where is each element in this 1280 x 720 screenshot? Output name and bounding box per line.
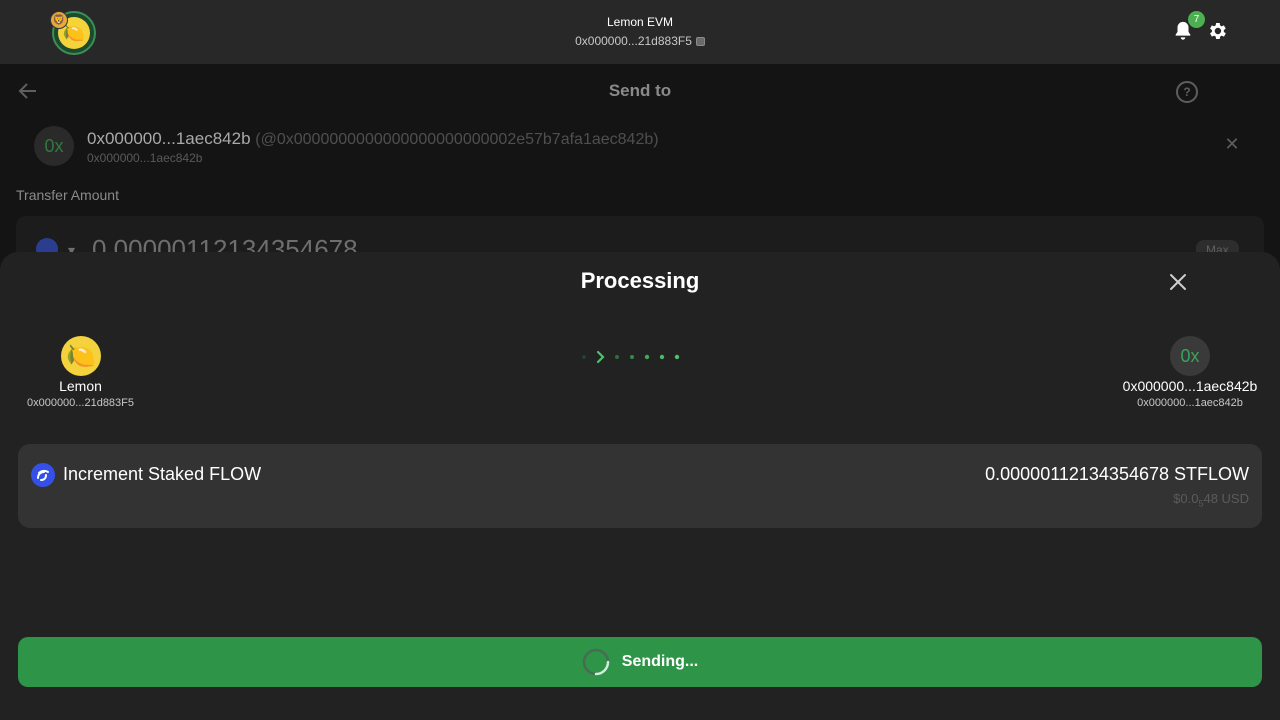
lemon-icon: 🍋 (61, 336, 101, 376)
recipient-address: 0x000000...1aec842b (1137, 397, 1243, 409)
clear-recipient-icon[interactable]: ✕ (1224, 135, 1240, 153)
close-icon[interactable] (1167, 271, 1189, 293)
spinner-icon (582, 648, 610, 676)
processing-sheet: Processing 🍋 Lemon 0x000000...21d883F5 0… (0, 252, 1280, 720)
sender-name: Lemon (59, 378, 102, 394)
token-amount: 0.00000112134354678 STFLOW (985, 464, 1249, 484)
top-bar: 🍋 🦁 Lemon EVM 0x000000...21d883F5 7 (0, 0, 1280, 64)
recipient-sub-address: 0x000000...1aec842b (87, 151, 203, 165)
token-summary-card: Increment Staked FLOW 0.0000011213435467… (18, 444, 1262, 528)
back-arrow-icon[interactable] (18, 82, 38, 100)
recipient-avatar: 0x (1170, 336, 1210, 376)
recipient-name: 0x000000...1aec842b (1122, 378, 1258, 394)
account-avatar[interactable]: 🍋 🦁 (50, 9, 96, 55)
token-usd-value: $0.0548 USD (1173, 491, 1249, 509)
sheet-title: Processing (580, 268, 700, 293)
recipient-alias: (@0x0000000000000000000000002e57b7afa1ae… (255, 131, 659, 148)
page-title: Send to (608, 81, 672, 100)
token-name: Increment Staked FLOW (63, 464, 262, 484)
sending-label: Sending... (621, 653, 699, 670)
help-icon[interactable]: ? (1176, 81, 1198, 103)
account-name: Lemon EVM (606, 15, 674, 29)
transfer-amount-label: Transfer Amount (16, 187, 119, 203)
lion-icon: 🦁 (50, 11, 68, 29)
copy-icon[interactable] (695, 36, 705, 46)
notification-badge: 7 (1188, 11, 1205, 28)
sender-address: 0x000000...21d883F5 (26, 397, 135, 409)
transfer-progress-indicator (582, 350, 680, 364)
recipient-avatar: 0x (34, 126, 74, 166)
gear-icon[interactable] (1206, 20, 1228, 42)
account-switcher[interactable]: Lemon EVM 0x000000...21d883F5 (440, 14, 840, 50)
account-address: 0x000000...21d883F5 (575, 34, 692, 48)
sending-button[interactable]: Sending... (18, 637, 1262, 687)
increment-flow-icon (31, 463, 55, 487)
recipient-address: 0x000000...1aec842b (87, 129, 251, 148)
